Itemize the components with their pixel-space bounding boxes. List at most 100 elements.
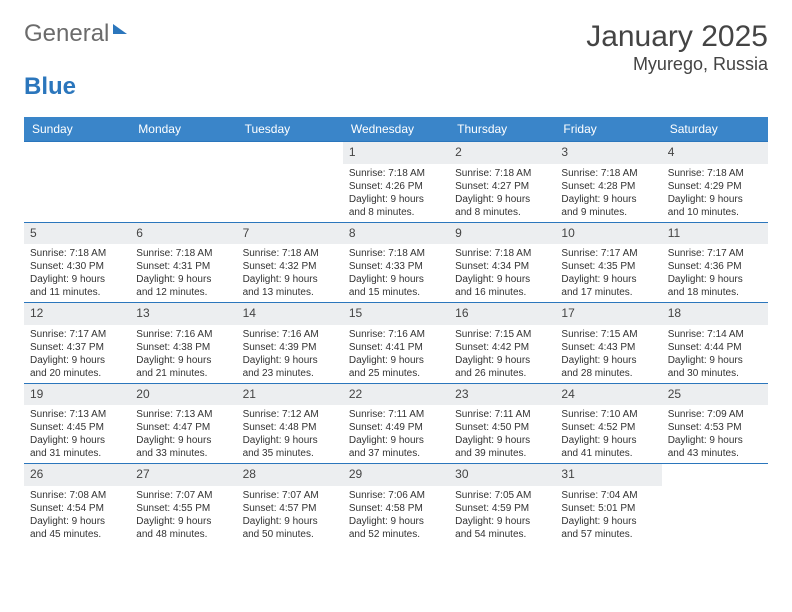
cell-body: Sunrise: 7:05 AMSunset: 4:59 PMDaylight:…	[449, 486, 555, 544]
sunset-text: Sunset: 4:32 PM	[243, 260, 337, 273]
daylight-text: Daylight: 9 hours and 37 minutes.	[349, 434, 443, 460]
cell-body: Sunrise: 7:11 AMSunset: 4:50 PMDaylight:…	[449, 405, 555, 463]
sunset-text: Sunset: 4:36 PM	[668, 260, 762, 273]
day-header: Sunday	[24, 117, 130, 141]
sunset-text: Sunset: 4:54 PM	[30, 502, 124, 515]
day-header: Wednesday	[343, 117, 449, 141]
day-number: 23	[449, 384, 555, 406]
sunrise-text: Sunrise: 7:16 AM	[243, 328, 337, 341]
cell-body: Sunrise: 7:17 AMSunset: 4:35 PMDaylight:…	[555, 244, 661, 302]
cell-body: Sunrise: 7:18 AMSunset: 4:28 PMDaylight:…	[555, 164, 661, 222]
calendar-cell: 16Sunrise: 7:15 AMSunset: 4:42 PMDayligh…	[449, 302, 555, 383]
daylight-text: Daylight: 9 hours and 26 minutes.	[455, 354, 549, 380]
calendar-cell: 13Sunrise: 7:16 AMSunset: 4:38 PMDayligh…	[130, 302, 236, 383]
sunrise-text: Sunrise: 7:07 AM	[243, 489, 337, 502]
day-number: 9	[449, 223, 555, 245]
sunset-text: Sunset: 4:55 PM	[136, 502, 230, 515]
calendar-cell: 10Sunrise: 7:17 AMSunset: 4:35 PMDayligh…	[555, 222, 661, 303]
daylight-text: Daylight: 9 hours and 39 minutes.	[455, 434, 549, 460]
sunrise-text: Sunrise: 7:18 AM	[668, 167, 762, 180]
daylight-text: Daylight: 9 hours and 54 minutes.	[455, 515, 549, 541]
daylight-text: Daylight: 9 hours and 35 minutes.	[243, 434, 337, 460]
day-number: 10	[555, 223, 661, 245]
calendar-cell: 3Sunrise: 7:18 AMSunset: 4:28 PMDaylight…	[555, 141, 661, 222]
calendar-cell: 27Sunrise: 7:07 AMSunset: 4:55 PMDayligh…	[130, 463, 236, 544]
sunrise-text: Sunrise: 7:13 AM	[136, 408, 230, 421]
cell-body: Sunrise: 7:06 AMSunset: 4:58 PMDaylight:…	[343, 486, 449, 544]
sunset-text: Sunset: 4:45 PM	[30, 421, 124, 434]
day-number: 15	[343, 303, 449, 325]
daylight-text: Daylight: 9 hours and 28 minutes.	[561, 354, 655, 380]
day-number: 12	[24, 303, 130, 325]
sunrise-text: Sunrise: 7:16 AM	[349, 328, 443, 341]
calendar-cell: 17Sunrise: 7:15 AMSunset: 4:43 PMDayligh…	[555, 302, 661, 383]
triangle-icon	[113, 24, 127, 34]
sunset-text: Sunset: 4:41 PM	[349, 341, 443, 354]
calendar-cell: 26Sunrise: 7:08 AMSunset: 4:54 PMDayligh…	[24, 463, 130, 544]
day-number: 22	[343, 384, 449, 406]
calendar-cell: 15 Sunrise: 7:16 AMSunset: 4:41 PMDayligh…	[343, 302, 449, 383]
calendar-cell	[662, 463, 768, 544]
calendar-cell: 7Sunrise: 7:18 AMSunset: 4:32 PMDaylight…	[237, 222, 343, 303]
day-number: 14	[237, 303, 343, 325]
sunset-text: Sunset: 4:44 PM	[668, 341, 762, 354]
daylight-text: Daylight: 9 hours and 8 minutes.	[349, 193, 443, 219]
daylight-text: Daylight: 9 hours and 18 minutes.	[668, 273, 762, 299]
cell-body: Sunrise: 7:07 AMSunset: 4:55 PMDaylight:…	[130, 486, 236, 544]
day-number: 19	[24, 384, 130, 406]
sunrise-text: Sunrise: 7:17 AM	[30, 328, 124, 341]
daylight-text: Daylight: 9 hours and 31 minutes.	[30, 434, 124, 460]
sunrise-text: Sunrise: 7:12 AM	[243, 408, 337, 421]
sunset-text: Sunset: 4:53 PM	[668, 421, 762, 434]
calendar-cell: 14Sunrise: 7:16 AMSunset: 4:39 PMDayligh…	[237, 302, 343, 383]
daylight-text: Daylight: 9 hours and 13 minutes.	[243, 273, 337, 299]
day-number: 30	[449, 464, 555, 486]
sunrise-text: Sunrise: 7:11 AM	[349, 408, 443, 421]
daylight-text: Daylight: 9 hours and 25 minutes.	[349, 354, 443, 380]
calendar-cell: 5Sunrise: 7:18 AMSunset: 4:30 PMDaylight…	[24, 222, 130, 303]
sunrise-text: Sunrise: 7:18 AM	[136, 247, 230, 260]
cell-body: Sunrise: 7:18 AMSunset: 4:26 PMDaylight:…	[343, 164, 449, 222]
day-number: 5	[24, 223, 130, 245]
sunrise-text: Sunrise: 7:18 AM	[349, 167, 443, 180]
cell-body: Sunrise: 7:13 AMSunset: 4:47 PMDaylight:…	[130, 405, 236, 463]
sunrise-text: Sunrise: 7:13 AM	[30, 408, 124, 421]
calendar-cell: 2Sunrise: 7:18 AMSunset: 4:27 PMDaylight…	[449, 141, 555, 222]
cell-body: Sunrise: 7:11 AMSunset: 4:49 PMDaylight:…	[343, 405, 449, 463]
calendar-cell: 12Sunrise: 7:17 AMSunset: 4:37 PMDayligh…	[24, 302, 130, 383]
cell-body: Sunrise: 7:17 AMSunset: 4:37 PMDaylight:…	[24, 325, 130, 383]
sunset-text: Sunset: 4:58 PM	[349, 502, 443, 515]
daylight-text: Daylight: 9 hours and 33 minutes.	[136, 434, 230, 460]
cell-body: Sunrise: 7:18 AMSunset: 4:29 PMDaylight:…	[662, 164, 768, 222]
sunset-text: Sunset: 4:43 PM	[561, 341, 655, 354]
sunrise-text: Sunrise: 7:06 AM	[349, 489, 443, 502]
day-header: Friday	[555, 117, 661, 141]
calendar-cell: 22Sunrise: 7:11 AMSunset: 4:49 PMDayligh…	[343, 383, 449, 464]
sunrise-text: Sunrise: 7:15 AM	[561, 328, 655, 341]
cell-body: Sunrise: 7:17 AMSunset: 4:36 PMDaylight:…	[662, 244, 768, 302]
brand-part1: General	[24, 20, 109, 48]
daylight-text: Daylight: 9 hours and 17 minutes.	[561, 273, 655, 299]
daylight-text: Daylight: 9 hours and 16 minutes.	[455, 273, 549, 299]
daylight-text: Daylight: 9 hours and 11 minutes.	[30, 273, 124, 299]
sunset-text: Sunset: 4:59 PM	[455, 502, 549, 515]
day-number: 31	[555, 464, 661, 486]
day-number: 6	[130, 223, 236, 245]
cell-body: Sunrise: 7:18 AMSunset: 4:32 PMDaylight:…	[237, 244, 343, 302]
sunset-text: Sunset: 5:01 PM	[561, 502, 655, 515]
sunset-text: Sunset: 4:35 PM	[561, 260, 655, 273]
day-number: 4	[662, 142, 768, 164]
sunset-text: Sunset: 4:33 PM	[349, 260, 443, 273]
sunset-text: Sunset: 4:48 PM	[243, 421, 337, 434]
calendar-cell: 9Sunrise: 7:18 AMSunset: 4:34 PMDaylight…	[449, 222, 555, 303]
day-number: 29	[343, 464, 449, 486]
sunset-text: Sunset: 4:50 PM	[455, 421, 549, 434]
sunset-text: Sunset: 4:42 PM	[455, 341, 549, 354]
daylight-text: Daylight: 9 hours and 50 minutes.	[243, 515, 337, 541]
cell-body: Sunrise: 7:07 AMSunset: 4:57 PMDaylight:…	[237, 486, 343, 544]
calendar-grid: SundayMondayTuesdayWednesdayThursdayFrid…	[24, 117, 768, 544]
daylight-text: Daylight: 9 hours and 15 minutes.	[349, 273, 443, 299]
sunset-text: Sunset: 4:37 PM	[30, 341, 124, 354]
day-header: Monday	[130, 117, 236, 141]
daylight-text: Daylight: 9 hours and 12 minutes.	[136, 273, 230, 299]
